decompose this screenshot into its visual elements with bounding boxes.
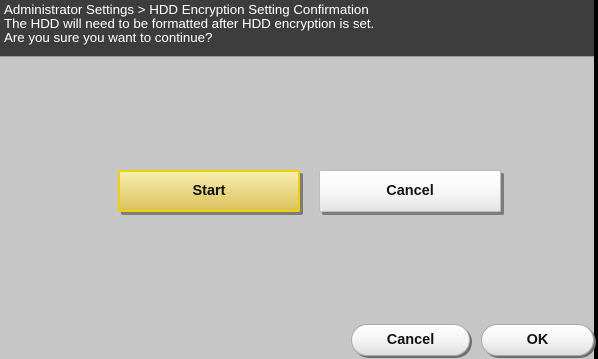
confirmation-question: Are you sure you want to continue?	[4, 30, 213, 45]
settings-panel: Administrator Settings > HDD Encryption …	[0, 0, 594, 359]
cancel-encryption-button[interactable]: Cancel	[319, 170, 501, 212]
footer-cancel-button[interactable]: Cancel	[351, 324, 470, 356]
ok-button[interactable]: OK	[481, 324, 594, 356]
message-header: Administrator Settings > HDD Encryption …	[0, 0, 594, 57]
warning-message: The HDD will need to be formatted after …	[4, 16, 375, 31]
start-button[interactable]: Start	[118, 170, 300, 212]
breadcrumb-title: Administrator Settings > HDD Encryption …	[4, 2, 369, 17]
